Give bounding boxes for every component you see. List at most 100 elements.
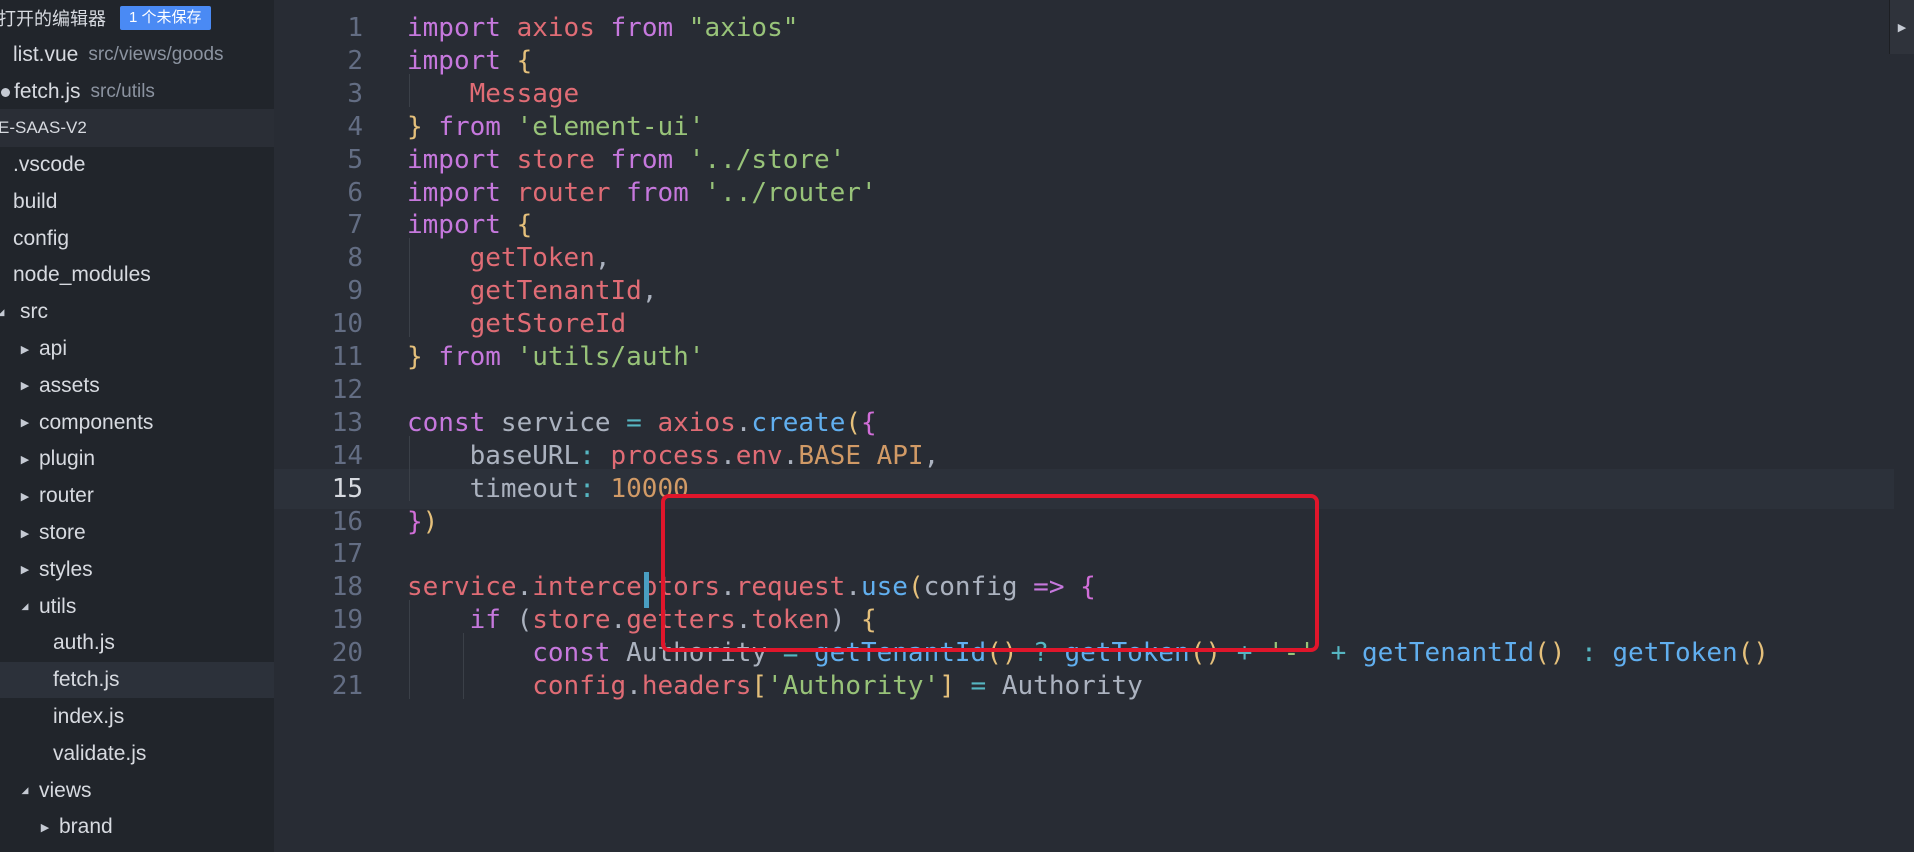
code-token: const bbox=[407, 407, 486, 438]
chevron-right-icon[interactable]: ▶ bbox=[15, 563, 35, 576]
tree-item-src[interactable]: ◢ src bbox=[0, 294, 274, 330]
tree-item-components[interactable]: ▶ components bbox=[0, 405, 274, 441]
code-token: 'utils/auth' bbox=[516, 342, 705, 372]
code-token: () bbox=[1534, 638, 1566, 669]
tree-item-label: components bbox=[39, 410, 154, 434]
chevron-right-icon[interactable]: ▶ bbox=[15, 490, 35, 503]
open-editors-header[interactable]: 打开的编辑器 1 个未保存 bbox=[0, 0, 274, 36]
line-number: 21 bbox=[331, 671, 363, 701]
code-token: headers bbox=[641, 671, 752, 701]
tree-item-label: plugin bbox=[39, 447, 96, 471]
chevron-right-icon[interactable]: ▶ bbox=[35, 821, 55, 834]
tree-item-label: index.js bbox=[53, 705, 125, 728]
unsaved-badge: 1 个未保存 bbox=[120, 6, 211, 30]
code-line[interactable]: 21 config.headers['Authority'] = Authori… bbox=[274, 666, 1894, 706]
code-token: + bbox=[1330, 638, 1347, 669]
project-header[interactable]: E-SAAS-V2 bbox=[0, 109, 274, 147]
tree-item-label: views bbox=[39, 778, 92, 802]
tree-item-assets[interactable]: ▶ assets bbox=[0, 368, 274, 404]
code-token: '../store' bbox=[688, 144, 846, 175]
code-token: baseURL bbox=[407, 440, 580, 471]
code-token: import bbox=[407, 144, 501, 175]
code-token: if bbox=[469, 605, 501, 636]
code-token: BASE_API bbox=[798, 440, 924, 471]
code-token: config bbox=[532, 671, 627, 701]
tree-item-fetch-js[interactable]: fetch.js bbox=[0, 662, 274, 699]
tree-item-views[interactable]: ◢ views bbox=[0, 773, 274, 809]
highlight-annotation-box bbox=[661, 494, 1319, 652]
code-token: store bbox=[532, 605, 611, 636]
code-token: getStoreId bbox=[469, 309, 627, 340]
chevron-right-icon[interactable]: ▶ bbox=[15, 527, 35, 540]
tree-item-router[interactable]: ▶ router bbox=[0, 478, 274, 514]
tree-item-build[interactable]: build bbox=[0, 184, 274, 220]
chevron-right-icon[interactable]: ▶ bbox=[15, 453, 35, 466]
tree-item-label: utils bbox=[39, 594, 77, 618]
chevron-right-icon[interactable]: ▶ bbox=[15, 416, 35, 429]
tree-item-validate-js[interactable]: validate.js bbox=[0, 736, 274, 772]
tree-item-label: auth.js bbox=[53, 631, 115, 655]
project-name: E-SAAS-V2 bbox=[0, 118, 87, 137]
unsaved-dot-icon bbox=[1, 87, 10, 97]
tree-item-label: assets bbox=[39, 373, 100, 397]
code-token: service bbox=[407, 572, 517, 603]
code-token: import bbox=[407, 177, 501, 208]
code-token: : bbox=[1581, 638, 1597, 669]
code-token: . bbox=[782, 440, 799, 471]
chevron-right-icon[interactable]: ▶ bbox=[15, 343, 35, 356]
tree-item-label: fetch.js bbox=[53, 668, 120, 692]
tree-item-brand[interactable]: ▶ brand bbox=[0, 809, 274, 845]
code-token: getTenantId bbox=[469, 276, 642, 307]
open-editor-path: src/views/goods bbox=[88, 44, 224, 65]
tree-item-label: config bbox=[13, 226, 70, 250]
code-token: . bbox=[516, 572, 533, 603]
code-token: axios bbox=[516, 13, 595, 43]
tree-item-auth-js[interactable]: auth.js bbox=[0, 625, 274, 661]
chevron-right-icon[interactable]: ▶ bbox=[15, 379, 35, 392]
tree-item-store[interactable]: ▶ store bbox=[0, 515, 274, 551]
tree-item-styles[interactable]: ▶ styles bbox=[0, 552, 274, 588]
tree-item-config[interactable]: config bbox=[0, 221, 274, 257]
tree-item-vscode[interactable]: .vscode bbox=[0, 147, 274, 183]
modified-line-marker bbox=[644, 572, 649, 608]
tree-item-label: src bbox=[20, 300, 48, 324]
code-token: store bbox=[516, 144, 595, 175]
code-editor[interactable]: 1 import axios from "axios" 2 import {3 Mes… bbox=[274, 0, 1914, 852]
tree-item-node-modules[interactable]: node_modules bbox=[0, 257, 274, 293]
code-token: 'Authority' bbox=[767, 671, 940, 701]
tree-item-label: brand bbox=[59, 815, 113, 839]
open-editor-item[interactable]: list.vue src/views/goods bbox=[0, 37, 274, 73]
minimap-toggle-icon[interactable]: ▶ bbox=[1889, 0, 1914, 54]
indent-guide bbox=[463, 633, 464, 699]
chevron-down-icon[interactable]: ◢ bbox=[0, 307, 6, 318]
explorer-sidebar: 打开的编辑器 1 个未保存 list.vue src/views/goods f… bbox=[0, 0, 274, 852]
code-token: import bbox=[407, 210, 501, 241]
chevron-down-icon[interactable]: ◢ bbox=[15, 785, 35, 796]
code-token: create bbox=[751, 407, 846, 438]
indent-guide bbox=[409, 238, 410, 337]
code-token: { bbox=[861, 407, 877, 438]
tree-item-api[interactable]: ▶ api bbox=[0, 331, 274, 367]
code-token: getTenantId bbox=[1361, 638, 1535, 669]
code-token: router bbox=[516, 177, 611, 208]
code-token: , bbox=[594, 243, 611, 274]
open-editor-item[interactable]: fetch.js src/utils bbox=[0, 74, 274, 110]
indent-guide bbox=[409, 435, 410, 502]
code-token: . bbox=[720, 440, 736, 471]
chevron-down-icon[interactable]: ◢ bbox=[15, 601, 35, 612]
tree-item-plugin[interactable]: ▶ plugin bbox=[0, 441, 274, 477]
code-token: { bbox=[516, 45, 533, 76]
tree-item-index-js[interactable]: index.js bbox=[0, 699, 274, 735]
tree-item-utils[interactable]: ◢ utils bbox=[0, 589, 274, 625]
code-token: { bbox=[516, 210, 533, 241]
code-token: ( bbox=[500, 605, 533, 636]
